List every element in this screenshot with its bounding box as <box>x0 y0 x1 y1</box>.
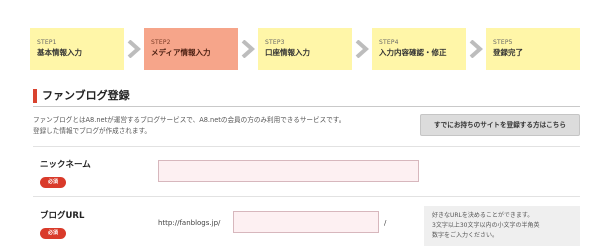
hint-line-2: 3文字以上30文字以内の小文字の半角英 <box>432 222 540 229</box>
step-3: STEP3 口座情報入力 <box>258 28 352 70</box>
hint-line-1: 好きなURLを決めることができます。 <box>432 212 534 219</box>
chevron-right-icon <box>355 40 369 58</box>
step-2-number: STEP2 <box>151 39 171 46</box>
row-divider <box>33 146 580 147</box>
blog-url-input[interactable] <box>233 211 379 233</box>
existing-site-register-button[interactable]: すでにお持ちのサイトを登録する方はこちら <box>420 114 580 136</box>
blog-url-hint: 好きなURLを決めることができます。 3文字以上30文字以内の小文字の半角英 数… <box>424 206 580 246</box>
blog-url-prefix: http://fanblogs.jp/ <box>158 219 221 227</box>
chevron-right-icon <box>241 40 255 58</box>
step-4-label: 入力内容確認・修正 <box>379 48 447 57</box>
row-divider <box>33 196 580 197</box>
section-divider <box>33 106 580 107</box>
step-progress-bar: STEP1 基本情報入力 STEP2 メディア情報入力 STEP3 口座情報入力… <box>30 28 582 70</box>
nickname-label: ニックネーム <box>40 160 91 170</box>
step-5-number: STEP5 <box>493 39 513 46</box>
required-badge: 必須 <box>40 177 66 188</box>
step-2-label: メディア情報入力 <box>151 48 211 57</box>
required-badge: 必須 <box>40 228 66 239</box>
step-3-number: STEP3 <box>265 39 285 46</box>
blog-url-label: ブログURL <box>40 211 85 221</box>
hint-line-3: 数字をご入力ください。 <box>432 232 499 239</box>
description-line-2: 登録した情報でブログが作成されます。 <box>33 127 152 135</box>
section-title: ファンブログ登録 <box>42 89 130 102</box>
chevron-right-icon <box>469 40 483 58</box>
step-5-label: 登録完了 <box>493 48 523 57</box>
step-4: STEP4 入力内容確認・修正 <box>372 28 466 70</box>
step-3-label: 口座情報入力 <box>265 48 310 57</box>
step-1-number: STEP1 <box>37 39 57 46</box>
section-description: ファンブログとはA8.netが運営するブログサービスで、A8.netの会員の方の… <box>33 115 413 137</box>
section-marker <box>33 89 37 103</box>
chevron-right-icon <box>127 40 141 58</box>
step-1: STEP1 基本情報入力 <box>30 28 124 70</box>
step-5: STEP5 登録完了 <box>486 28 580 70</box>
nickname-input[interactable] <box>158 160 419 182</box>
step-4-number: STEP4 <box>379 39 399 46</box>
step-1-label: 基本情報入力 <box>37 48 82 57</box>
blog-url-suffix: / <box>384 219 387 227</box>
step-2: STEP2 メディア情報入力 <box>144 28 238 70</box>
description-line-1: ファンブログとはA8.netが運営するブログサービスで、A8.netの会員の方の… <box>33 116 346 124</box>
